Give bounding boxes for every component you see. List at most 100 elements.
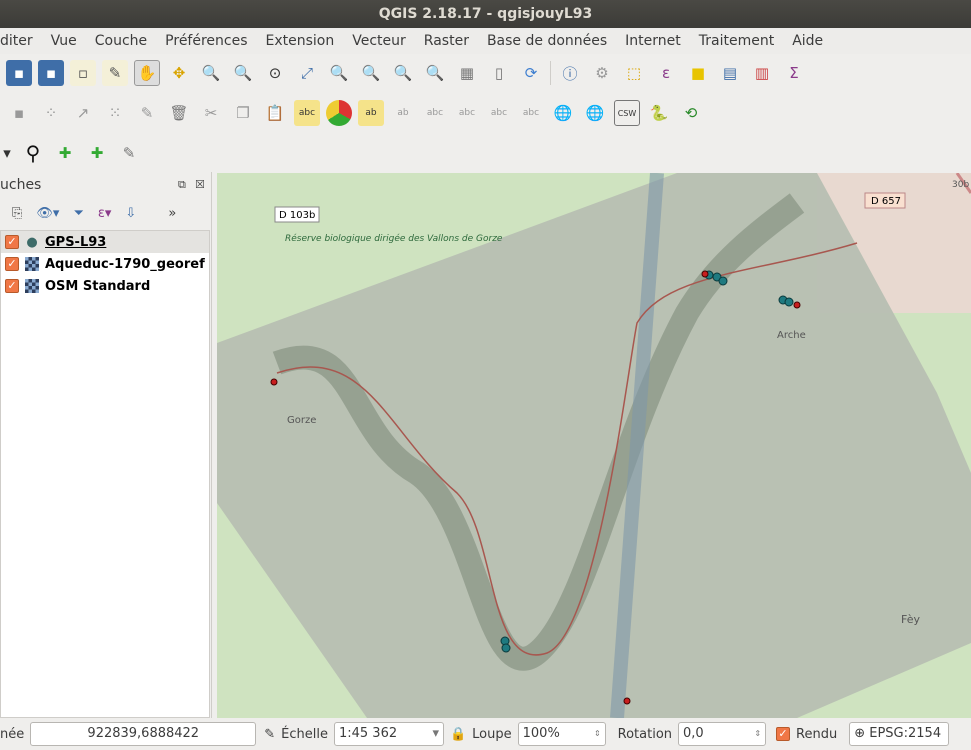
move-label-icon[interactable]: abc — [454, 100, 480, 126]
zoom-native-icon[interactable]: ⊙ — [262, 60, 288, 86]
paste-icon[interactable]: 📋 — [262, 100, 288, 126]
bookmark-icon[interactable]: ▦ — [454, 60, 480, 86]
render-label: Rendu — [796, 726, 838, 742]
search-icon[interactable]: ⚲ — [20, 140, 46, 166]
zoom-out-icon[interactable]: 🔍 — [230, 60, 256, 86]
move-feature-icon[interactable]: ↗ — [70, 100, 96, 126]
menu-processing[interactable]: Traitement — [699, 28, 774, 54]
layer-item-gps[interactable]: ✓ ● GPS-L93 — [1, 231, 209, 253]
pin-labels-icon[interactable]: ab — [358, 100, 384, 126]
dropdown-icon[interactable]: ▾ — [0, 140, 14, 166]
coordinate-field[interactable]: 922839,6888422 — [30, 722, 257, 746]
layer-name: OSM Standard — [45, 278, 151, 294]
edit-icon[interactable]: ✎ — [134, 100, 160, 126]
save-as-icon[interactable]: ▪ — [38, 60, 64, 86]
gps-point-red — [623, 697, 631, 705]
zoom-selection-icon[interactable]: 🔍 — [326, 60, 352, 86]
menu-database[interactable]: Base de données — [487, 28, 607, 54]
gps-point-red — [701, 270, 709, 278]
magnifier-spinbox[interactable]: 100% ⇕ — [517, 722, 606, 746]
csw-icon[interactable]: CSW — [614, 100, 640, 126]
show-hide-labels-icon[interactable]: abc — [422, 100, 448, 126]
menu-help[interactable]: Aide — [792, 28, 823, 54]
cut-icon[interactable]: ✂ — [198, 100, 224, 126]
processing-icon[interactable]: ⟲ — [678, 100, 704, 126]
menu-bar: diter Vue Couche Préférences Extension V… — [0, 28, 971, 54]
layer-visibility-checkbox[interactable]: ✓ — [5, 257, 19, 271]
raster-layer-icon — [25, 257, 39, 271]
deselect-icon[interactable]: ■ — [685, 60, 711, 86]
sum-icon[interactable]: Σ — [781, 60, 807, 86]
node-tool-icon[interactable]: ⁙ — [102, 100, 128, 126]
zoom-next-icon[interactable]: 🔍 — [422, 60, 448, 86]
georef-plugin-icon[interactable]: ✎ — [116, 140, 142, 166]
action-icon[interactable]: ⚙ — [589, 60, 615, 86]
pan-hand-icon[interactable]: ✋ — [134, 60, 160, 86]
metasearch-icon[interactable]: 🌐 — [582, 100, 608, 126]
refresh-icon[interactable]: ⟳ — [518, 60, 544, 86]
layer-item-osm[interactable]: ✓ OSM Standard — [1, 275, 209, 297]
expression-filter-icon[interactable]: ε▾ — [98, 206, 112, 221]
zoom-in-icon[interactable]: 🔍 — [198, 60, 224, 86]
rotate-label-icon[interactable]: abc — [486, 100, 512, 126]
zoom-layer-icon[interactable]: 🔍 — [358, 60, 384, 86]
menu-plugins[interactable]: Extension — [266, 28, 335, 54]
gps-point — [501, 643, 511, 653]
menu-settings[interactable]: Préférences — [165, 28, 247, 54]
zoom-full-icon[interactable]: ⤢ — [294, 60, 320, 86]
magnifier-value: 100% — [522, 726, 560, 741]
statistics-icon[interactable]: ▥ — [749, 60, 775, 86]
menu-vector[interactable]: Vecteur — [352, 28, 406, 54]
label-tool-icon[interactable]: abc — [294, 100, 320, 126]
render-checkbox[interactable]: ✓ — [776, 727, 791, 741]
select-by-expression-icon[interactable]: ε — [653, 60, 679, 86]
menu-view[interactable]: Vue — [51, 28, 77, 54]
show-bookmarks-icon[interactable]: ▯ — [486, 60, 512, 86]
gps-point — [784, 297, 794, 307]
layer-item-aqueduc[interactable]: ✓ Aqueduc-1790_georef — [1, 253, 209, 275]
style-icon[interactable] — [326, 100, 352, 126]
menu-layer[interactable]: Couche — [95, 28, 147, 54]
identify-icon[interactable]: ⓘ — [557, 60, 583, 86]
layer-visibility-checkbox[interactable]: ✓ — [5, 235, 19, 249]
delete-icon[interactable]: 🗑 — [166, 100, 192, 126]
add-wms-icon[interactable]: 🌐 — [550, 100, 576, 126]
filter-icon[interactable]: ⏷ — [73, 206, 83, 221]
save-project-icon[interactable]: ▪ — [6, 60, 32, 86]
save-edits-icon[interactable]: ▪ — [6, 100, 32, 126]
zoom-last-icon[interactable]: 🔍 — [390, 60, 416, 86]
manage-visibility-icon[interactable]: 👁▾ — [36, 206, 59, 221]
menu-web[interactable]: Internet — [625, 28, 681, 54]
spin-icon: ⇕ — [593, 729, 601, 738]
more-tools-button[interactable]: » — [168, 206, 176, 221]
spin-icon: ⇕ — [754, 729, 762, 738]
copy-icon[interactable]: ❐ — [230, 100, 256, 126]
add-group-icon[interactable]: ⎘ — [12, 206, 22, 221]
select-features-icon[interactable]: ⬚ — [621, 60, 647, 86]
add-gps-plugin-icon[interactable]: ✚ — [84, 140, 110, 166]
python-icon[interactable]: 🐍 — [646, 100, 672, 126]
map-svg: D 103b D 657 Réserve biologique dirigée … — [217, 173, 971, 718]
add-feature-icon[interactable]: ⁘ — [38, 100, 64, 126]
layer-visibility-checkbox[interactable]: ✓ — [5, 279, 19, 293]
highlight-labels-icon[interactable]: ab — [390, 100, 416, 126]
expand-all-icon[interactable]: ⇩ — [125, 206, 136, 221]
map-canvas[interactable]: D 103b D 657 Réserve biologique dirigée … — [217, 173, 971, 718]
crs-button[interactable]: ⊕ EPSG:2154 — [849, 722, 950, 746]
menu-edit[interactable]: diter — [0, 28, 33, 54]
float-panel-icon[interactable]: ⧉ — [178, 178, 186, 192]
change-label-icon[interactable]: abc — [518, 100, 544, 126]
close-panel-icon[interactable]: ☒ — [195, 178, 205, 191]
new-print-composer-icon[interactable]: ▫ — [70, 60, 96, 86]
menu-raster[interactable]: Raster — [424, 28, 469, 54]
add-point-plugin-icon[interactable]: ✚ — [52, 140, 78, 166]
coordinate-toggle-icon[interactable]: ✎ — [264, 727, 275, 742]
scale-label: Échelle — [281, 726, 328, 742]
lock-scale-icon[interactable]: 🔒 — [450, 727, 466, 742]
rotation-spinbox[interactable]: 0,0 ⇕ — [678, 722, 767, 746]
pan-to-selection-icon[interactable]: ✥ — [166, 60, 192, 86]
scale-combobox[interactable]: 1:45 362 ▾ — [333, 722, 444, 746]
composer-manager-icon[interactable]: ✎ — [102, 60, 128, 86]
attribute-table-icon[interactable]: ▤ — [717, 60, 743, 86]
layer-tree: ✓ ● GPS-L93 ✓ Aqueduc-1790_georef ✓ OSM Stan… — [0, 230, 210, 718]
